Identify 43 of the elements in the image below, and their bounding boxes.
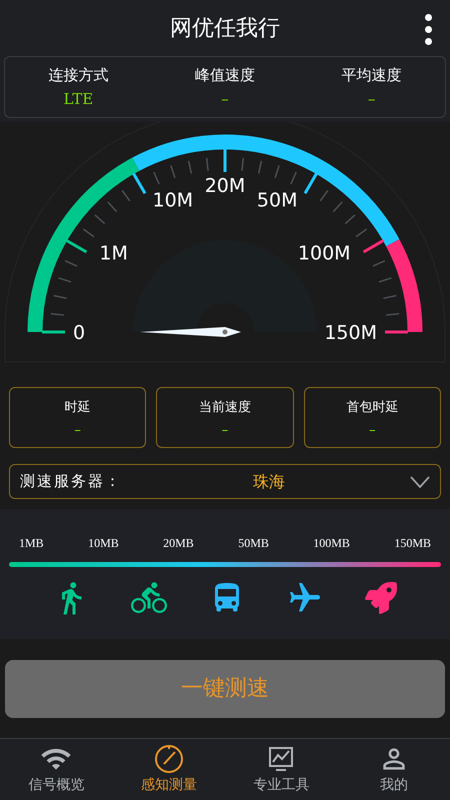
metric-value: – bbox=[222, 424, 228, 437]
major-tick bbox=[132, 172, 146, 194]
app-title: 网优任我行 bbox=[170, 14, 280, 42]
scale-label: 1MB bbox=[19, 535, 44, 552]
scale-label: 100MB bbox=[313, 535, 350, 552]
metric-label: 时延 bbox=[64, 399, 91, 418]
gauge-label: 50M bbox=[256, 189, 298, 212]
major-tick bbox=[362, 239, 384, 254]
gauge-label: 150M bbox=[324, 322, 377, 344]
major-tick bbox=[385, 330, 408, 334]
scale-label: 20MB bbox=[163, 535, 194, 552]
summary-label: 连接方式 bbox=[48, 64, 108, 86]
major-tick bbox=[66, 239, 88, 254]
gauge-label: 100M bbox=[298, 242, 351, 264]
summary-label: 峰值速度 bbox=[195, 64, 255, 86]
metric-value: – bbox=[369, 424, 376, 437]
metric-label: 当前速度 bbox=[198, 399, 251, 418]
major-tick bbox=[304, 172, 318, 194]
nav-tab[interactable]: 专业工具 bbox=[225, 739, 338, 800]
summary-value: LTE bbox=[63, 89, 94, 110]
metric-label: 首包时延 bbox=[346, 399, 398, 418]
nav-tab[interactable]: 我的 bbox=[338, 739, 450, 800]
nav-tab[interactable]: 信号概览 bbox=[0, 739, 112, 800]
summary-value: – bbox=[368, 89, 376, 110]
gauge-label: 10M bbox=[152, 189, 194, 212]
gauge-label: 1M bbox=[99, 242, 128, 264]
scale-label: 50MB bbox=[238, 535, 269, 552]
server-label: 测速服务器： bbox=[20, 471, 122, 492]
server-dropdown[interactable]: 测速服务器： 珠海 bbox=[9, 464, 441, 499]
nav-tab[interactable]: 感知测量 bbox=[112, 739, 225, 800]
scale-label: 10MB bbox=[88, 535, 119, 552]
gauge-label: 0 bbox=[73, 322, 86, 344]
server-value: 珠海 bbox=[253, 470, 285, 492]
gauge-label: 20M bbox=[204, 175, 246, 197]
scale-label: 150MB bbox=[394, 535, 431, 552]
more-menu-icon[interactable] bbox=[425, 14, 432, 45]
major-tick bbox=[42, 330, 65, 334]
speedometer-icon bbox=[152, 743, 185, 775]
major-tick bbox=[224, 149, 226, 172]
summary-label: 平均速度 bbox=[342, 64, 402, 86]
summary-value: – bbox=[221, 89, 229, 110]
metric-value: – bbox=[74, 424, 81, 437]
chevron-down-icon bbox=[410, 476, 430, 488]
